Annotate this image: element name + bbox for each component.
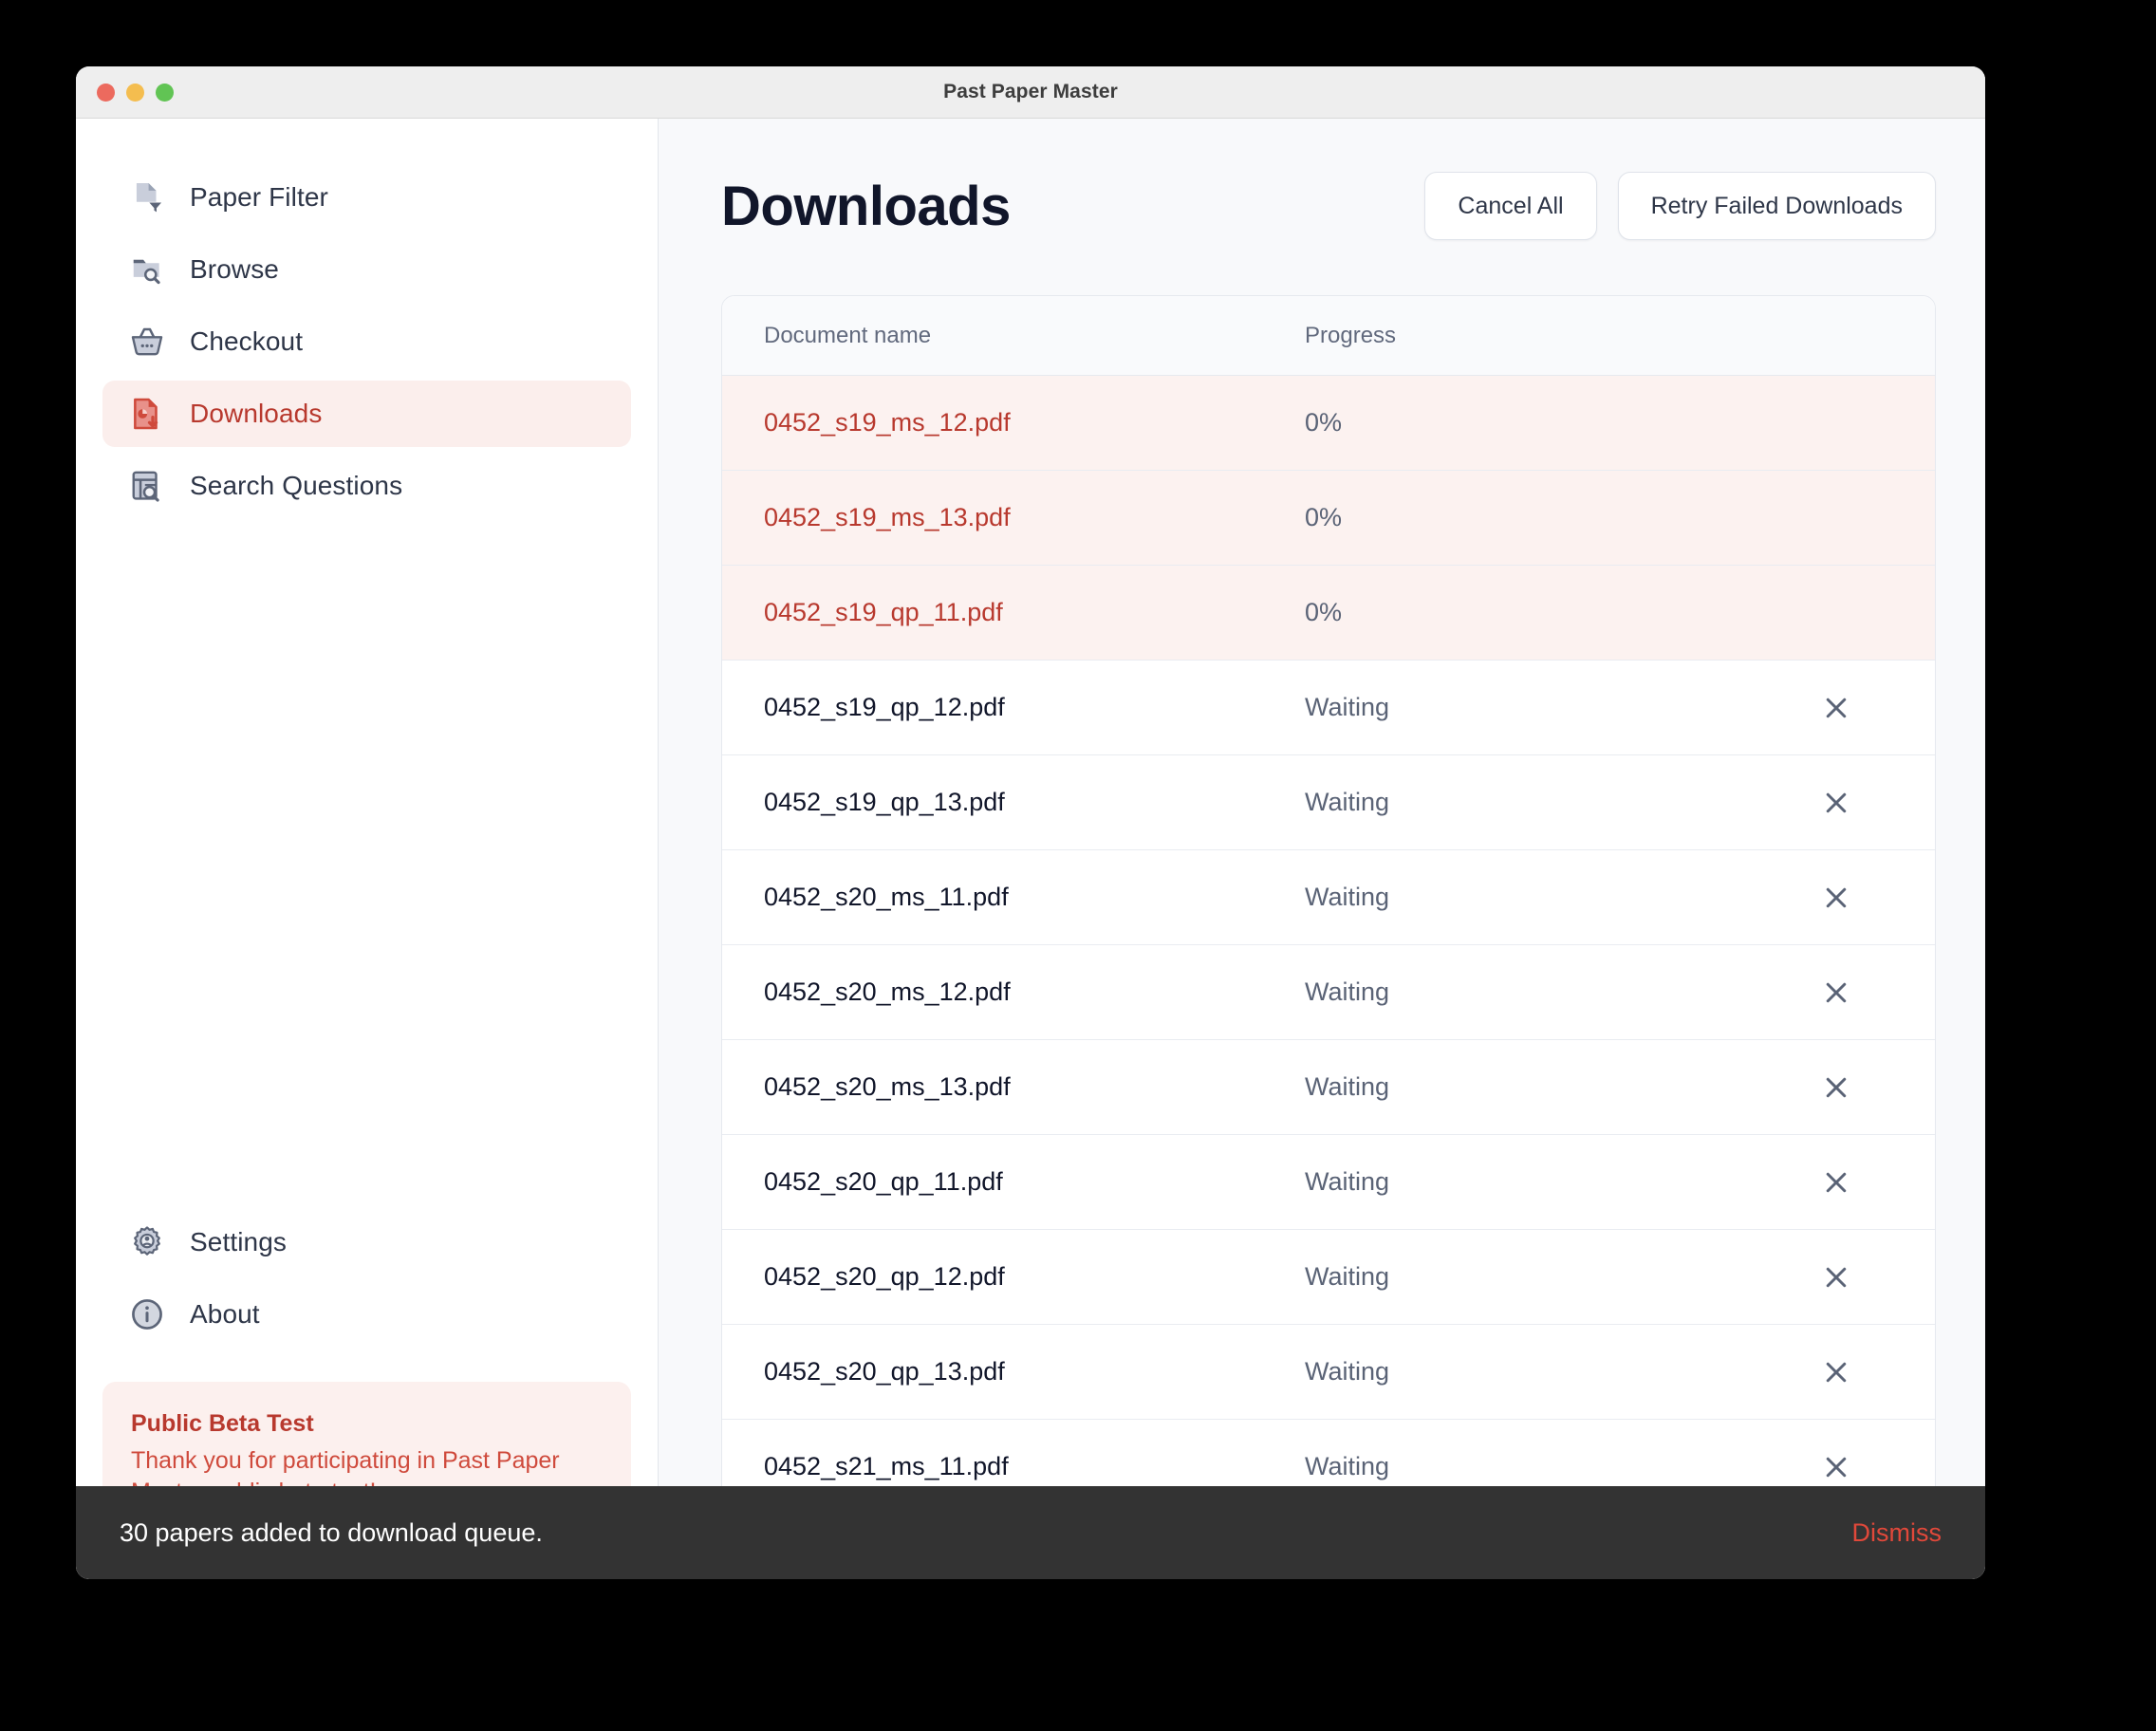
cell-document-name: 0452_s20_ms_12.pdf (764, 977, 1305, 1007)
sidebar-item-about[interactable]: About (102, 1281, 631, 1348)
document-download-icon (129, 396, 165, 432)
cell-document-name: 0452_s20_qp_13.pdf (764, 1357, 1305, 1387)
table-row: 0452_s20_qp_11.pdfWaiting (722, 1135, 1935, 1230)
cancel-download-icon[interactable] (1815, 972, 1857, 1014)
sidebar-item-label: Checkout (190, 326, 303, 357)
sidebar-item-label: Browse (190, 254, 279, 285)
cell-document-name: 0452_s21_ms_11.pdf (764, 1452, 1305, 1481)
folder-search-icon (129, 251, 165, 288)
cell-progress: Waiting (1305, 1452, 1779, 1481)
table-row: 0452_s19_ms_13.pdf0% (722, 471, 1935, 566)
retry-failed-downloads-button[interactable]: Retry Failed Downloads (1618, 172, 1936, 240)
sidebar-item-checkout[interactable]: Checkout (102, 308, 631, 375)
table-row: 0452_s20_ms_11.pdfWaiting (722, 850, 1935, 945)
cancel-download-icon[interactable] (1815, 687, 1857, 729)
cancel-all-button[interactable]: Cancel All (1424, 172, 1596, 240)
cell-progress: 0% (1305, 598, 1779, 627)
cancel-download-icon[interactable] (1815, 1162, 1857, 1203)
cell-document-name: 0452_s20_ms_11.pdf (764, 883, 1305, 912)
titlebar: Past Paper Master (76, 66, 1985, 119)
cell-document-name: 0452_s19_qp_12.pdf (764, 693, 1305, 722)
column-header-document-name: Document name (764, 323, 1305, 349)
cell-progress: Waiting (1305, 1072, 1779, 1102)
cell-progress: 0% (1305, 503, 1779, 532)
cell-action (1779, 877, 1893, 919)
sidebar-item-downloads[interactable]: Downloads (102, 381, 631, 447)
toast-dismiss-button[interactable]: Dismiss (1852, 1518, 1942, 1548)
window-title: Past Paper Master (76, 81, 1985, 103)
info-circle-icon (129, 1296, 165, 1332)
cell-document-name: 0452_s19_qp_13.pdf (764, 788, 1305, 817)
cell-progress: Waiting (1305, 1357, 1779, 1387)
table-header-row: Document name Progress (722, 296, 1935, 376)
sidebar-item-settings[interactable]: Settings (102, 1209, 631, 1275)
cell-progress: 0% (1305, 408, 1779, 437)
cell-action (1779, 782, 1893, 824)
cell-progress: Waiting (1305, 693, 1779, 722)
cell-action (1779, 1067, 1893, 1108)
toast-notification: 30 papers added to download queue. Dismi… (76, 1486, 1985, 1579)
main-header: Downloads Cancel All Retry Failed Downlo… (721, 172, 1936, 240)
table-body: 0452_s19_ms_12.pdf0%0452_s19_ms_13.pdf0%… (722, 376, 1935, 1515)
cell-document-name: 0452_s19_ms_12.pdf (764, 408, 1305, 437)
gear-icon (129, 1224, 165, 1260)
cell-document-name: 0452_s20_qp_11.pdf (764, 1167, 1305, 1197)
sidebar: Paper Filter Browse (76, 119, 659, 1579)
cancel-download-icon[interactable] (1815, 1067, 1857, 1108)
sidebar-item-label: Search Questions (190, 471, 402, 501)
table-row: 0452_s19_qp_13.pdfWaiting (722, 755, 1935, 850)
page-title: Downloads (721, 175, 1011, 238)
basket-icon (129, 324, 165, 360)
table-row: 0452_s20_qp_12.pdfWaiting (722, 1230, 1935, 1325)
sidebar-item-paper-filter[interactable]: Paper Filter (102, 164, 631, 231)
cell-document-name: 0452_s20_ms_13.pdf (764, 1072, 1305, 1102)
table-row: 0452_s19_qp_12.pdfWaiting (722, 661, 1935, 755)
cancel-download-icon[interactable] (1815, 1351, 1857, 1393)
table-row: 0452_s19_ms_12.pdf0% (722, 376, 1935, 471)
downloads-table: Document name Progress 0452_s19_ms_12.pd… (721, 295, 1936, 1579)
sidebar-item-browse[interactable]: Browse (102, 236, 631, 303)
sidebar-item-label: Settings (190, 1227, 287, 1257)
sidebar-item-search-questions[interactable]: Search Questions (102, 453, 631, 519)
beta-notice-title: Public Beta Test (131, 1410, 603, 1438)
cancel-download-icon[interactable] (1815, 1446, 1857, 1488)
table-row: 0452_s19_qp_11.pdf0% (722, 566, 1935, 661)
window-body: Paper Filter Browse (76, 119, 1985, 1579)
header-actions: Cancel All Retry Failed Downloads (1424, 172, 1936, 240)
main-content: Downloads Cancel All Retry Failed Downlo… (659, 119, 1985, 1579)
table-row: 0452_s20_qp_13.pdfWaiting (722, 1325, 1935, 1420)
table-row: 0452_s20_ms_13.pdfWaiting (722, 1040, 1935, 1135)
cell-progress: Waiting (1305, 1167, 1779, 1197)
cell-action (1779, 1446, 1893, 1488)
cancel-download-icon[interactable] (1815, 1256, 1857, 1298)
cancel-download-icon[interactable] (1815, 782, 1857, 824)
sidebar-bottom-nav: Settings About (102, 1209, 631, 1348)
cell-progress: Waiting (1305, 1262, 1779, 1292)
sidebar-item-label: About (190, 1299, 260, 1330)
cell-progress: Waiting (1305, 883, 1779, 912)
document-filter-icon (129, 179, 165, 215)
sidebar-item-label: Paper Filter (190, 182, 328, 213)
column-header-progress: Progress (1305, 323, 1779, 349)
cell-action (1779, 972, 1893, 1014)
list-search-icon (129, 468, 165, 504)
toast-message: 30 papers added to download queue. (120, 1518, 543, 1548)
cell-action (1779, 1351, 1893, 1393)
cancel-download-icon[interactable] (1815, 877, 1857, 919)
cell-progress: Waiting (1305, 977, 1779, 1007)
cell-document-name: 0452_s20_qp_12.pdf (764, 1262, 1305, 1292)
sidebar-item-label: Downloads (190, 399, 322, 429)
app-window: Past Paper Master Paper Filter (76, 66, 1985, 1579)
cell-action (1779, 1162, 1893, 1203)
sidebar-nav: Paper Filter Browse (102, 164, 631, 519)
sidebar-spacer (102, 519, 631, 1209)
cell-document-name: 0452_s19_ms_13.pdf (764, 503, 1305, 532)
cell-document-name: 0452_s19_qp_11.pdf (764, 598, 1305, 627)
table-row: 0452_s20_ms_12.pdfWaiting (722, 945, 1935, 1040)
cell-progress: Waiting (1305, 788, 1779, 817)
cell-action (1779, 1256, 1893, 1298)
cell-action (1779, 687, 1893, 729)
